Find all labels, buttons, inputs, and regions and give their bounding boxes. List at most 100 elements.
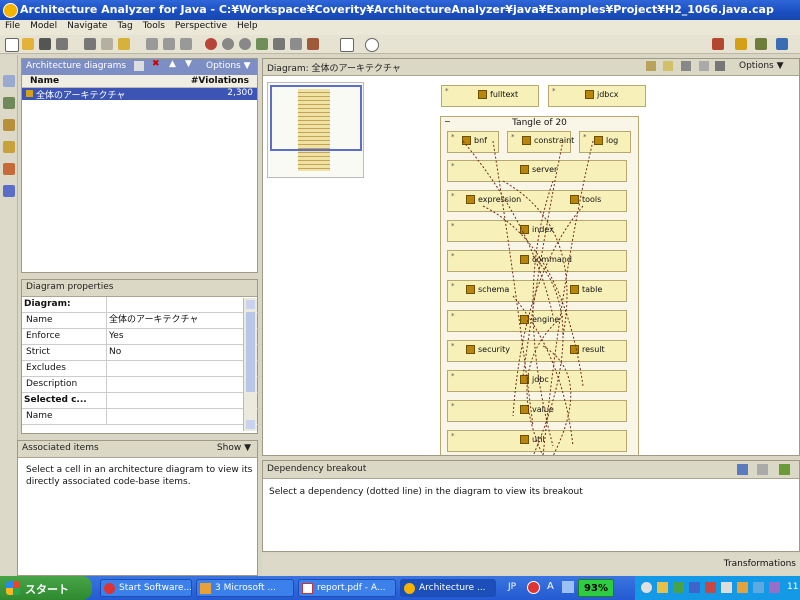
tangle-container[interactable]: − Tangle of 20 * bnf * constraint * log * serve… [440, 116, 639, 455]
property-value[interactable]: No [107, 345, 264, 361]
tangle-row[interactable]: * jdbc [447, 370, 627, 392]
properties-scrollbar[interactable] [243, 298, 257, 431]
delete-icon[interactable]: ✖ [152, 59, 160, 69]
arrow-up-alt-icon[interactable] [163, 38, 175, 50]
delete-icon[interactable] [307, 38, 319, 50]
perspective-alt-icon[interactable] [735, 38, 747, 50]
layout-icon[interactable] [118, 38, 130, 50]
package-box-constraint[interactable]: * constraint [507, 131, 574, 153]
package-box-result[interactable]: result [570, 345, 605, 354]
viewport-indicator[interactable] [270, 85, 362, 151]
tangle-row[interactable]: * util [447, 430, 627, 452]
ime-icon[interactable] [527, 581, 540, 594]
clock[interactable]: 11 [787, 582, 798, 592]
tray-extra-icon[interactable] [769, 582, 780, 593]
zoom-in-icon[interactable] [222, 38, 234, 50]
tray-volume-icon[interactable] [721, 582, 732, 593]
package-box-schema[interactable]: schema [466, 285, 509, 294]
print-icon[interactable] [84, 38, 96, 50]
document-icon[interactable] [340, 38, 354, 52]
layout-icon[interactable] [646, 61, 656, 71]
layout-icon[interactable] [134, 61, 144, 71]
transform-view-icon[interactable] [3, 185, 15, 197]
package-box-security[interactable]: security [466, 345, 510, 354]
property-value[interactable]: 全体のアーキテクチャ [107, 313, 264, 329]
scroll-thumb[interactable] [246, 312, 255, 392]
tangle-row[interactable]: * value [447, 400, 627, 422]
metrics-view-icon[interactable] [3, 141, 15, 153]
package-box-command[interactable]: command [520, 255, 572, 264]
property-value[interactable] [107, 361, 264, 377]
tangle-row[interactable]: * index [447, 220, 627, 242]
tangle-row[interactable]: * expression tools [447, 190, 627, 212]
battery-indicator[interactable]: 93% [578, 579, 614, 597]
menu-file[interactable]: File [0, 20, 25, 32]
menu-navigate[interactable]: Navigate [62, 20, 112, 32]
tools-icon[interactable] [273, 38, 285, 50]
task-report-pdf[interactable]: report.pdf - A... [298, 579, 396, 597]
show-menu[interactable]: Show ▼ [217, 443, 251, 453]
language-indicator[interactable]: JP [508, 582, 516, 592]
diagrams-view-icon[interactable] [3, 75, 15, 87]
tangle-row[interactable]: * engine [447, 310, 627, 332]
zoom-icon[interactable] [681, 61, 691, 71]
package-box-fulltext[interactable]: * fulltext [441, 85, 539, 107]
package-box-server[interactable]: server [520, 165, 557, 174]
new-icon[interactable] [5, 38, 19, 52]
menu-tools[interactable]: Tools [138, 20, 170, 32]
wrench-icon[interactable] [290, 38, 302, 50]
tangle-row[interactable]: * server [447, 160, 627, 182]
scroll-down-icon[interactable] [246, 420, 255, 429]
column-name[interactable]: Name [30, 76, 59, 86]
menu-help[interactable]: Help [232, 20, 263, 32]
start-button[interactable]: スタート [0, 576, 92, 600]
options-menu[interactable]: Options ▼ [739, 61, 784, 71]
task-microsoft[interactable]: 3 Microsoft ... [196, 579, 294, 597]
package-box-value[interactable]: value [520, 405, 554, 414]
package-box-jdbcx[interactable]: * jdbcx [548, 85, 646, 107]
tray-security-icon[interactable] [705, 582, 716, 593]
menu-perspective[interactable]: Perspective [170, 20, 232, 32]
table-row[interactable]: 全体のアーキテクチャ 2,300 [22, 88, 257, 101]
save-all-icon[interactable] [56, 38, 68, 50]
perspective-icon[interactable] [712, 38, 724, 50]
move-up-icon[interactable]: ▲ [169, 59, 176, 69]
column-violations[interactable]: #Violations [191, 76, 249, 86]
package-box-bnf[interactable]: * bnf [447, 131, 499, 153]
package-box-expression[interactable]: expression [466, 195, 521, 204]
save-icon[interactable] [39, 38, 51, 50]
fit-icon[interactable] [663, 61, 673, 71]
chart-view-icon[interactable] [3, 163, 15, 175]
tray-arrow-icon[interactable] [641, 582, 652, 593]
tree-icon[interactable] [715, 61, 725, 71]
filter-icon[interactable] [256, 38, 268, 50]
perspective-third-icon[interactable] [755, 38, 767, 50]
package-box-jdbc[interactable]: jdbc [520, 375, 549, 384]
tangle-row[interactable]: * command [447, 250, 627, 272]
stop-icon[interactable] [205, 38, 217, 50]
tray-network-icon[interactable] [673, 582, 684, 593]
tray-bluetooth-icon[interactable] [689, 582, 700, 593]
package-box-table[interactable]: table [570, 285, 602, 294]
ime-pad-icon[interactable] [562, 581, 574, 593]
open-folder-icon[interactable] [22, 38, 34, 50]
move-down-icon[interactable]: ▼ [185, 59, 192, 69]
arrow-down-icon[interactable] [180, 38, 192, 50]
task-start-software[interactable]: Start Software... [100, 579, 192, 597]
tags-view-icon[interactable] [3, 119, 15, 131]
package-box-util[interactable]: util [520, 435, 545, 444]
menu-tag[interactable]: Tag [112, 20, 137, 32]
breakout-action-icon[interactable] [779, 464, 790, 475]
breakout-table-icon[interactable] [757, 464, 768, 475]
zoom-out-icon[interactable] [239, 38, 251, 50]
input-mode-icon[interactable]: A [547, 581, 554, 592]
tangle-row[interactable]: * schema table [447, 280, 627, 302]
options-menu[interactable]: Options ▼ [206, 61, 251, 71]
perspective-fourth-icon[interactable] [776, 38, 788, 50]
breakout-tree-icon[interactable] [737, 464, 748, 475]
help-icon[interactable] [365, 38, 379, 52]
tray-update-icon[interactable] [737, 582, 748, 593]
task-architecture[interactable]: Architecture ... [400, 579, 496, 597]
menu-model[interactable]: Model [25, 20, 62, 32]
grid-icon[interactable] [699, 61, 709, 71]
